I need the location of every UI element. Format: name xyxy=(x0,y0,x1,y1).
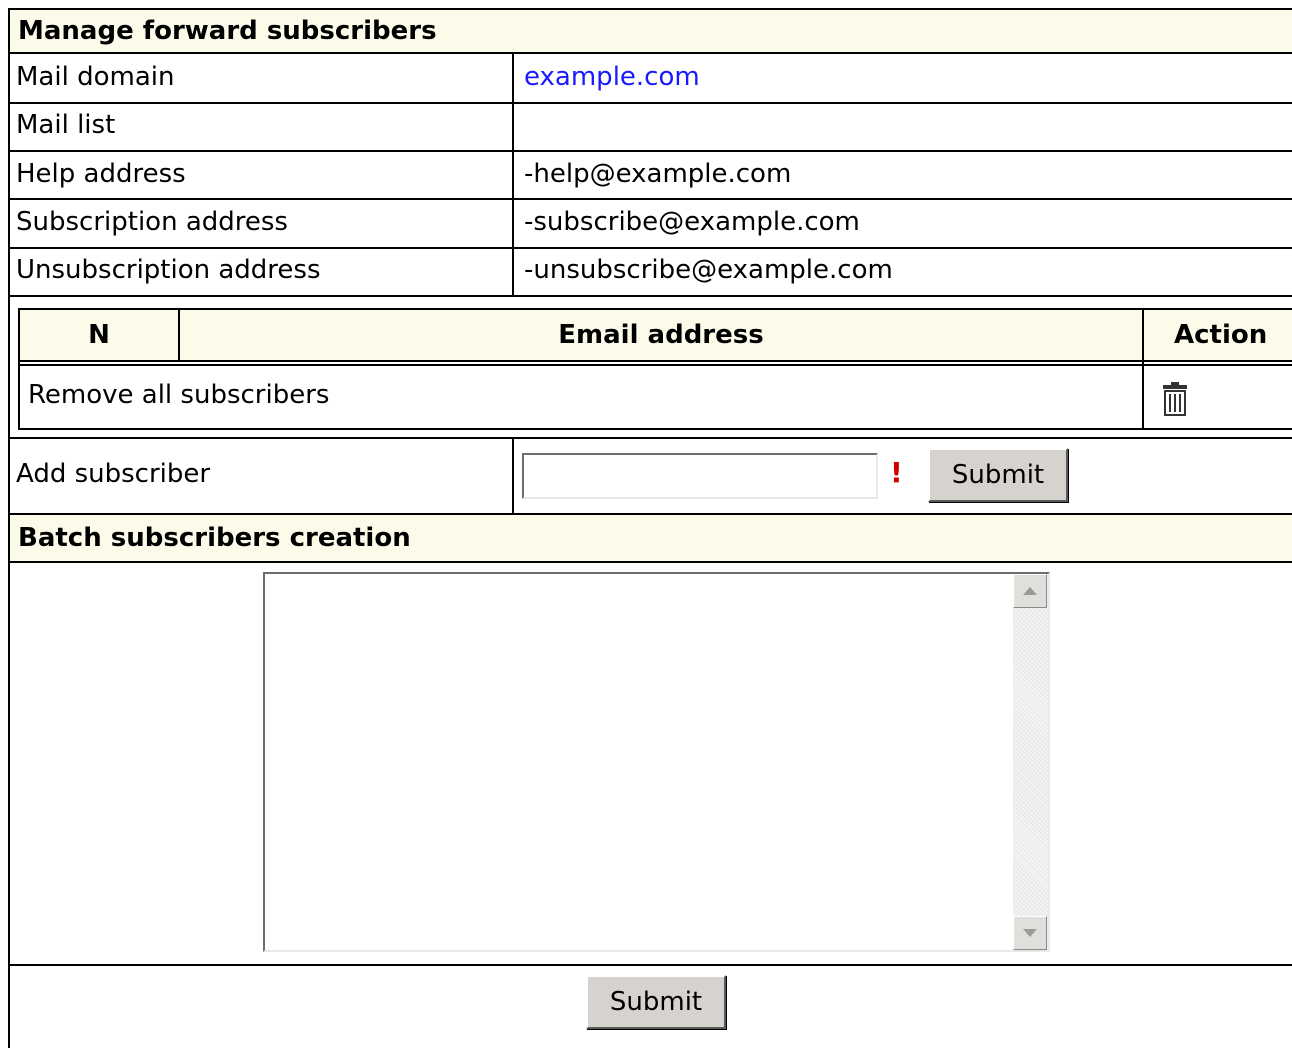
divider xyxy=(8,561,1292,563)
add-subscriber-label: Add subscriber xyxy=(16,459,211,489)
mail-list-label: Mail list xyxy=(16,110,116,140)
divider xyxy=(8,52,1292,54)
help-address-label: Help address xyxy=(16,159,186,189)
batch-title: Batch subscribers creation xyxy=(18,523,411,553)
divider xyxy=(20,364,1292,366)
unsubscription-address-label: Unsubscription address xyxy=(16,255,321,285)
divider xyxy=(8,964,1292,966)
section-title-manage: Manage forward subscribers xyxy=(10,10,1292,52)
add-subscriber-submit-button[interactable]: Submit xyxy=(928,448,1068,502)
divider xyxy=(8,150,1292,152)
column-divider xyxy=(178,310,180,360)
section-title-batch: Batch subscribers creation xyxy=(10,515,1292,561)
manage-title: Manage forward subscribers xyxy=(18,16,437,46)
remove-all-label: Remove all subscribers xyxy=(28,380,330,410)
divider xyxy=(8,437,1292,439)
mail-domain-label: Mail domain xyxy=(16,62,175,92)
chevron-down-icon xyxy=(1023,929,1037,937)
divider xyxy=(8,295,1292,297)
scroll-down-button[interactable] xyxy=(1013,916,1047,950)
mail-domain-link[interactable]: example.com xyxy=(524,62,700,92)
subscription-address-value: -subscribe@example.com xyxy=(524,207,860,237)
column-divider xyxy=(512,52,514,297)
column-header-n: N xyxy=(20,310,178,360)
chevron-up-icon xyxy=(1023,587,1037,595)
column-divider xyxy=(1142,310,1144,428)
subscribers-table: N Email address Action Remove all subscr… xyxy=(18,308,1292,430)
trash-icon[interactable] xyxy=(1160,382,1190,416)
divider xyxy=(8,102,1292,104)
subscription-address-label: Subscription address xyxy=(16,207,288,237)
scroll-up-button[interactable] xyxy=(1013,574,1047,608)
column-header-email: Email address xyxy=(180,310,1142,360)
divider xyxy=(20,360,1292,362)
divider xyxy=(8,247,1292,249)
add-subscriber-input[interactable] xyxy=(522,453,878,499)
required-mark: ! xyxy=(890,456,903,489)
batch-submit-button[interactable]: Submit xyxy=(586,975,726,1029)
column-divider xyxy=(512,437,514,513)
divider xyxy=(8,198,1292,200)
textarea-scrollbar[interactable] xyxy=(1013,574,1048,950)
help-address-value: -help@example.com xyxy=(524,159,792,189)
column-header-action: Action xyxy=(1144,310,1292,360)
unsubscription-address-value: -unsubscribe@example.com xyxy=(524,255,893,285)
batch-subscribers-textarea[interactable] xyxy=(263,572,1050,952)
